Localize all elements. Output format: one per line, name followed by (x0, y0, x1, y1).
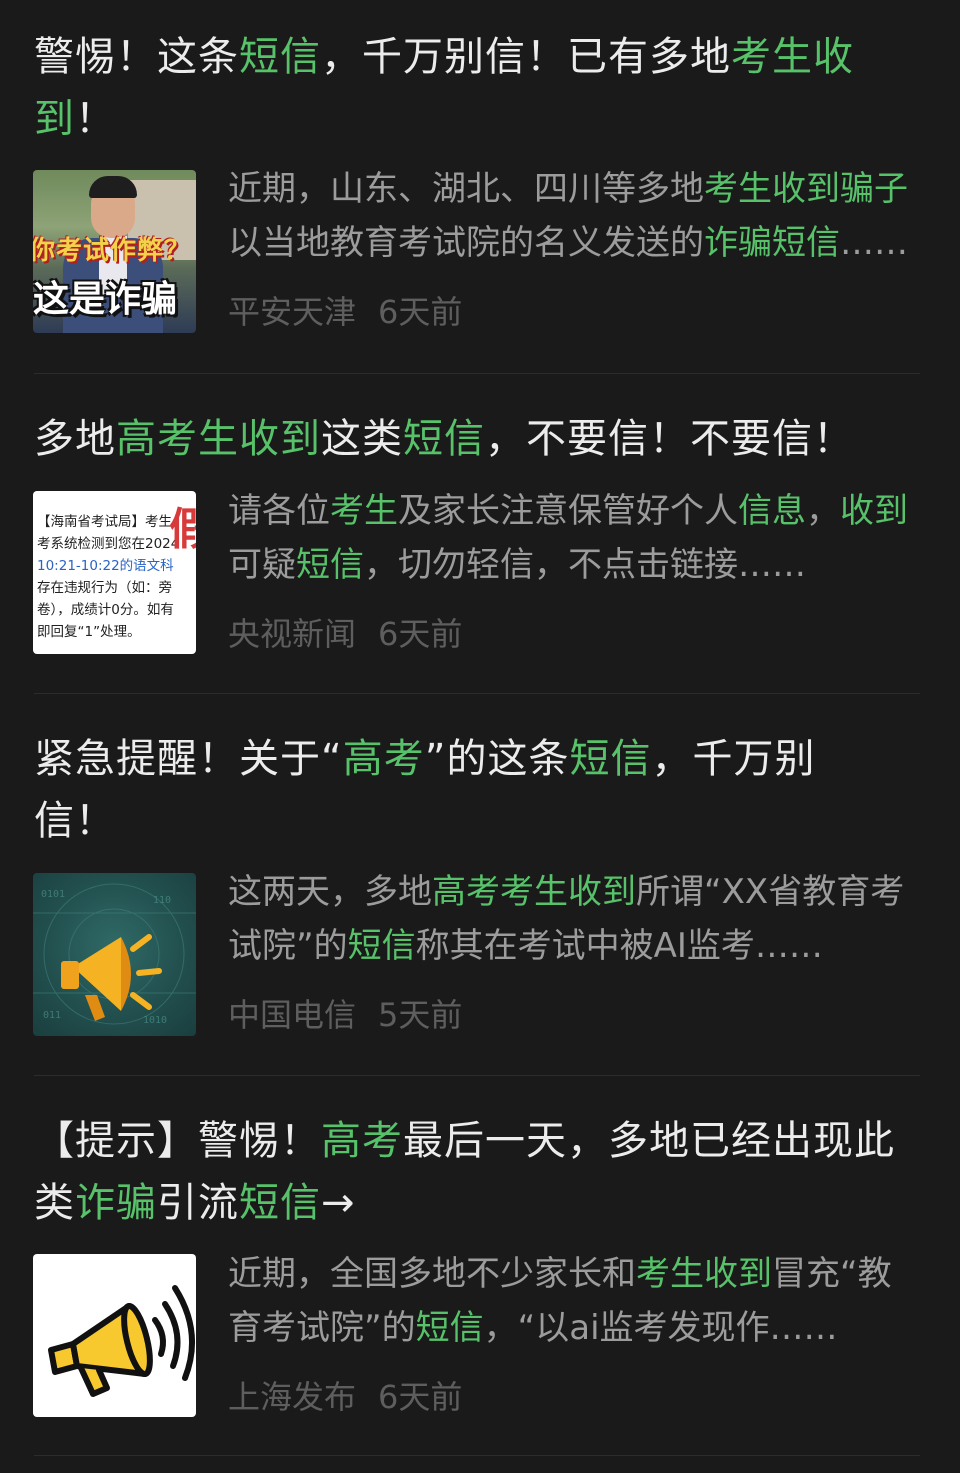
news-meta: 上海发布 6天前 (228, 1377, 462, 1417)
text-segment: 可疑 (228, 545, 296, 585)
highlight-keyword: 考生 (330, 491, 398, 531)
highlight-keyword: 短信 (569, 736, 652, 782)
megaphone-sound-icon (48, 1285, 196, 1397)
news-source: 上海发布 (228, 1378, 357, 1416)
news-thumbnail[interactable]: 你考试作弊？ 这是诈骗 (33, 170, 196, 333)
news-feed: 警惕！这条短信，千万别信！已有多地考生收到！ 你考试作弊？ 这是诈骗 近期，山东… (0, 0, 960, 1473)
text-segment: 近期，全国多地不少家长和 (228, 1254, 636, 1294)
text-segment: 及家长注意保管好个人 (398, 491, 738, 531)
text-segment: ，“以ai监考发现作…… (483, 1308, 838, 1348)
divider (34, 1075, 920, 1076)
highlight-keyword: 短信 (296, 545, 364, 585)
svg-text:1010: 1010 (143, 1015, 167, 1026)
news-title[interactable]: 紧急提醒！关于“高考”的这条短信，千万别信！ (34, 728, 854, 852)
news-snippet: 近期，全国多地不少家长和考生收到冒充“教育考试院”的短信，“以ai监考发现作…… (228, 1247, 918, 1355)
officer-hair (89, 176, 137, 198)
thumbnail-caption-bottom: 这是诈骗 (33, 279, 178, 320)
highlight-keyword: 收到 (840, 491, 908, 531)
text-segment: 多地 (34, 416, 116, 462)
divider (34, 693, 920, 694)
text-segment: 请各位 (228, 491, 330, 531)
text-segment: 近期，山东、湖北、四川等多地 (228, 169, 704, 209)
news-title[interactable]: 警惕！这条短信，千万别信！已有多地考生收到！ (34, 26, 914, 150)
megaphone-icon: 0101 1010 110 011 (33, 883, 196, 1026)
text-segment: ， (806, 491, 840, 531)
text-segment: 以当地教育考试院的名义发送的 (228, 223, 704, 263)
highlight-keyword: 短信 (347, 926, 416, 966)
news-meta: 央视新闻 6天前 (228, 614, 462, 654)
highlight-keyword: 考生收到骗子 (704, 169, 908, 209)
fake-stamp: 假 (169, 504, 196, 555)
svg-text:0101: 0101 (41, 889, 65, 900)
highlight-keyword: 短信 (403, 416, 485, 462)
text-segment: ”的这条 (424, 736, 570, 782)
divider (34, 1455, 920, 1456)
text-segment: ，不要信！不要信！ (485, 416, 854, 462)
news-thumbnail[interactable]: 0101 1010 110 011 (33, 873, 196, 1036)
highlight-keyword: 短信 (239, 34, 321, 80)
highlight-keyword: 诈骗 (75, 1180, 157, 1226)
text-segment: → (321, 1180, 356, 1226)
news-meta: 中国电信 5天前 (228, 995, 462, 1035)
text-segment: ，千万别信！已有多地 (321, 34, 731, 80)
news-time: 6天前 (378, 615, 463, 653)
news-time: 5天前 (378, 996, 463, 1034)
svg-text:011: 011 (43, 1010, 61, 1021)
news-snippet: 这两天，多地高考考生收到所谓“XX省教育考试院”的短信称其在考试中被AI监考…… (228, 865, 918, 973)
text-segment: 紧急提醒！关于“ (34, 736, 343, 782)
news-title[interactable]: 【提示】警惕！高考最后一天，多地已经出现此类诈骗引流短信→ (34, 1110, 904, 1234)
highlight-keyword: 高考 (342, 736, 425, 782)
news-title[interactable]: 多地高考生收到这类短信，不要信！不要信！ (34, 408, 914, 470)
text-segment: 这类 (321, 416, 403, 462)
text-segment: 【提示】警惕！ (34, 1118, 321, 1164)
news-time: 6天前 (378, 293, 463, 331)
svg-text:110: 110 (153, 895, 171, 906)
highlight-keyword: 短信 (239, 1180, 321, 1226)
text-segment: 这两天，多地 (228, 872, 432, 912)
news-snippet: 请各位考生及家长注意保管好个人信息，收到可疑短信，切勿轻信，不点击链接…… (228, 484, 918, 592)
text-segment: ，切勿轻信，不点击链接…… (364, 545, 806, 585)
news-thumbnail[interactable]: 【海南省考试局】考生 考系统检测到您在2024 10:21-10:22的语文科 … (33, 491, 196, 654)
news-source: 平安天津 (228, 293, 357, 331)
news-time: 6天前 (378, 1378, 463, 1416)
text-segment: 称其在考试中被AI监考…… (415, 926, 823, 966)
highlight-keyword: 高考生收到 (116, 416, 321, 462)
divider (34, 373, 920, 374)
highlight-keyword: 短信 (415, 1308, 484, 1348)
news-source: 中国电信 (228, 996, 357, 1034)
text-segment: ！ (75, 96, 116, 142)
highlight-keyword: 高考 (321, 1118, 403, 1164)
highlight-keyword: 考生收到 (636, 1254, 772, 1294)
highlight-keyword: 高考考生收到 (432, 872, 636, 912)
highlight-keyword: 信息 (738, 491, 806, 531)
thumbnail-caption-top: 你考试作弊？ (33, 236, 192, 266)
news-snippet: 近期，山东、湖北、四川等多地考生收到骗子以当地教育考试院的名义发送的诈骗短信…… (228, 162, 918, 270)
news-thumbnail[interactable] (33, 1254, 196, 1417)
highlight-keyword: 诈骗短信 (704, 223, 840, 263)
text-segment: 引流 (157, 1180, 239, 1226)
text-segment: …… (840, 223, 908, 263)
news-meta: 平安天津 6天前 (228, 292, 462, 332)
news-source: 央视新闻 (228, 615, 357, 653)
text-segment: 警惕！这条 (34, 34, 239, 80)
